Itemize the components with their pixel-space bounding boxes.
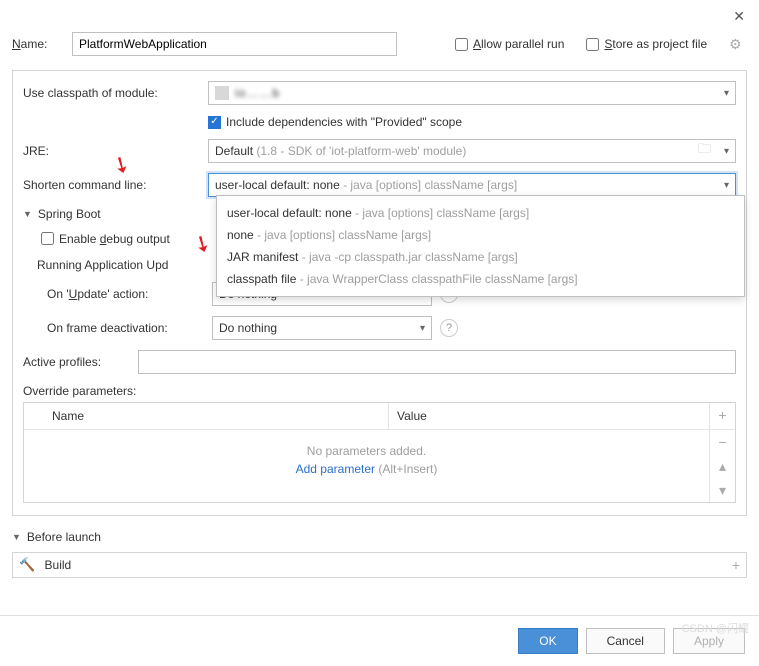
add-parameter-link[interactable]: Add parameter — [296, 462, 375, 476]
active-profiles-field[interactable] — [138, 350, 736, 374]
active-profiles-label: Active profiles: — [23, 355, 138, 369]
on-frame-label: On frame deactivation: — [37, 321, 212, 335]
enable-debug-checkbox[interactable]: Enable debug output — [37, 229, 170, 248]
collapse-icon: ▼ — [23, 209, 32, 219]
ok-button[interactable]: OK — [518, 628, 577, 654]
apply-button[interactable]: Apply — [673, 628, 745, 654]
dialog-button-bar: OK Cancel Apply — [0, 615, 759, 666]
module-icon — [215, 86, 229, 100]
allow-parallel-input[interactable] — [455, 38, 468, 51]
include-provided-checkbox[interactable]: Include dependencies with "Provided" sco… — [208, 115, 462, 129]
shorten-option[interactable]: classpath file - java WrapperClass class… — [225, 268, 736, 290]
column-value: Value — [389, 403, 709, 429]
on-update-label: On 'Update' action: — [37, 287, 212, 301]
name-field[interactable] — [72, 32, 397, 56]
shorten-option[interactable]: none - java [options] className [args] — [225, 224, 736, 246]
chevron-down-icon: ▾ — [724, 146, 729, 157]
classpath-value: io……b — [235, 86, 280, 100]
enable-debug-label: Enable debug output — [59, 232, 170, 246]
store-project-input[interactable] — [586, 38, 599, 51]
jre-label: JRE: — [23, 144, 208, 158]
shorten-label: Shorten command line: — [23, 178, 208, 192]
hammer-icon: 🔨 — [19, 557, 35, 572]
move-up-button[interactable]: ▴ — [710, 454, 735, 478]
shorten-option[interactable]: JAR manifest - java -cp classpath.jar cl… — [225, 246, 736, 268]
collapse-icon: ▼ — [12, 532, 21, 542]
column-name: Name — [44, 403, 389, 429]
add-row-button[interactable]: + — [710, 403, 735, 427]
shorten-selected-gray: - java [options] className [args] — [340, 178, 517, 192]
cancel-button[interactable]: Cancel — [586, 628, 665, 654]
name-label: Name: — [12, 37, 72, 51]
store-project-label: Store as project file — [604, 37, 707, 51]
move-down-button[interactable]: ▾ — [710, 478, 735, 502]
allow-parallel-label: Allow parallel run — [473, 37, 564, 51]
store-project-checkbox[interactable]: Store as project file — [582, 35, 707, 54]
chevron-down-icon: ▾ — [724, 88, 729, 99]
override-params-table: Name Value + No parameters added. Add pa… — [23, 402, 736, 503]
jre-detail: (1.8 - SDK of 'iot-platform-web' module) — [253, 144, 466, 158]
include-provided-check-icon — [208, 116, 221, 129]
classpath-combo[interactable]: io……b ▾ — [208, 81, 736, 105]
on-frame-select[interactable]: Do nothing ▾ — [212, 316, 432, 340]
override-params-label: Override parameters: — [23, 384, 736, 398]
add-parameter-hint: (Alt+Insert) — [375, 462, 437, 476]
enable-debug-input[interactable] — [41, 232, 54, 245]
before-launch-section[interactable]: ▼ Before launch — [12, 530, 747, 544]
jre-prefix: Default — [215, 144, 253, 158]
shorten-dropdown-list: user-local default: none - java [options… — [216, 195, 745, 297]
chevron-down-icon: ▾ — [420, 323, 425, 334]
allow-parallel-checkbox[interactable]: Allow parallel run — [451, 35, 564, 54]
jre-combo[interactable]: Default (1.8 - SDK of 'iot-platform-web'… — [208, 139, 736, 163]
shorten-option[interactable]: user-local default: none - java [options… — [225, 202, 736, 224]
add-task-button[interactable]: + — [732, 557, 740, 573]
chevron-down-icon: ▾ — [724, 180, 729, 191]
folder-icon[interactable]: 🗀 — [698, 140, 711, 162]
help-icon[interactable]: ? — [440, 319, 458, 337]
before-launch-list: 🔨 Build + — [12, 552, 747, 578]
include-provided-label: Include dependencies with "Provided" sco… — [226, 115, 462, 129]
classpath-label: Use classpath of module: — [23, 86, 208, 100]
shorten-combo[interactable]: user-local default: none - java [options… — [208, 173, 736, 197]
gear-icon[interactable]: ⚙ — [729, 36, 742, 53]
build-task[interactable]: Build — [45, 558, 72, 572]
shorten-selected-bold: user-local default: none — [215, 178, 340, 192]
close-icon[interactable]: ✕ — [733, 8, 745, 25]
remove-row-button[interactable]: − — [710, 430, 735, 454]
no-params-msg: No parameters added. — [24, 444, 709, 458]
